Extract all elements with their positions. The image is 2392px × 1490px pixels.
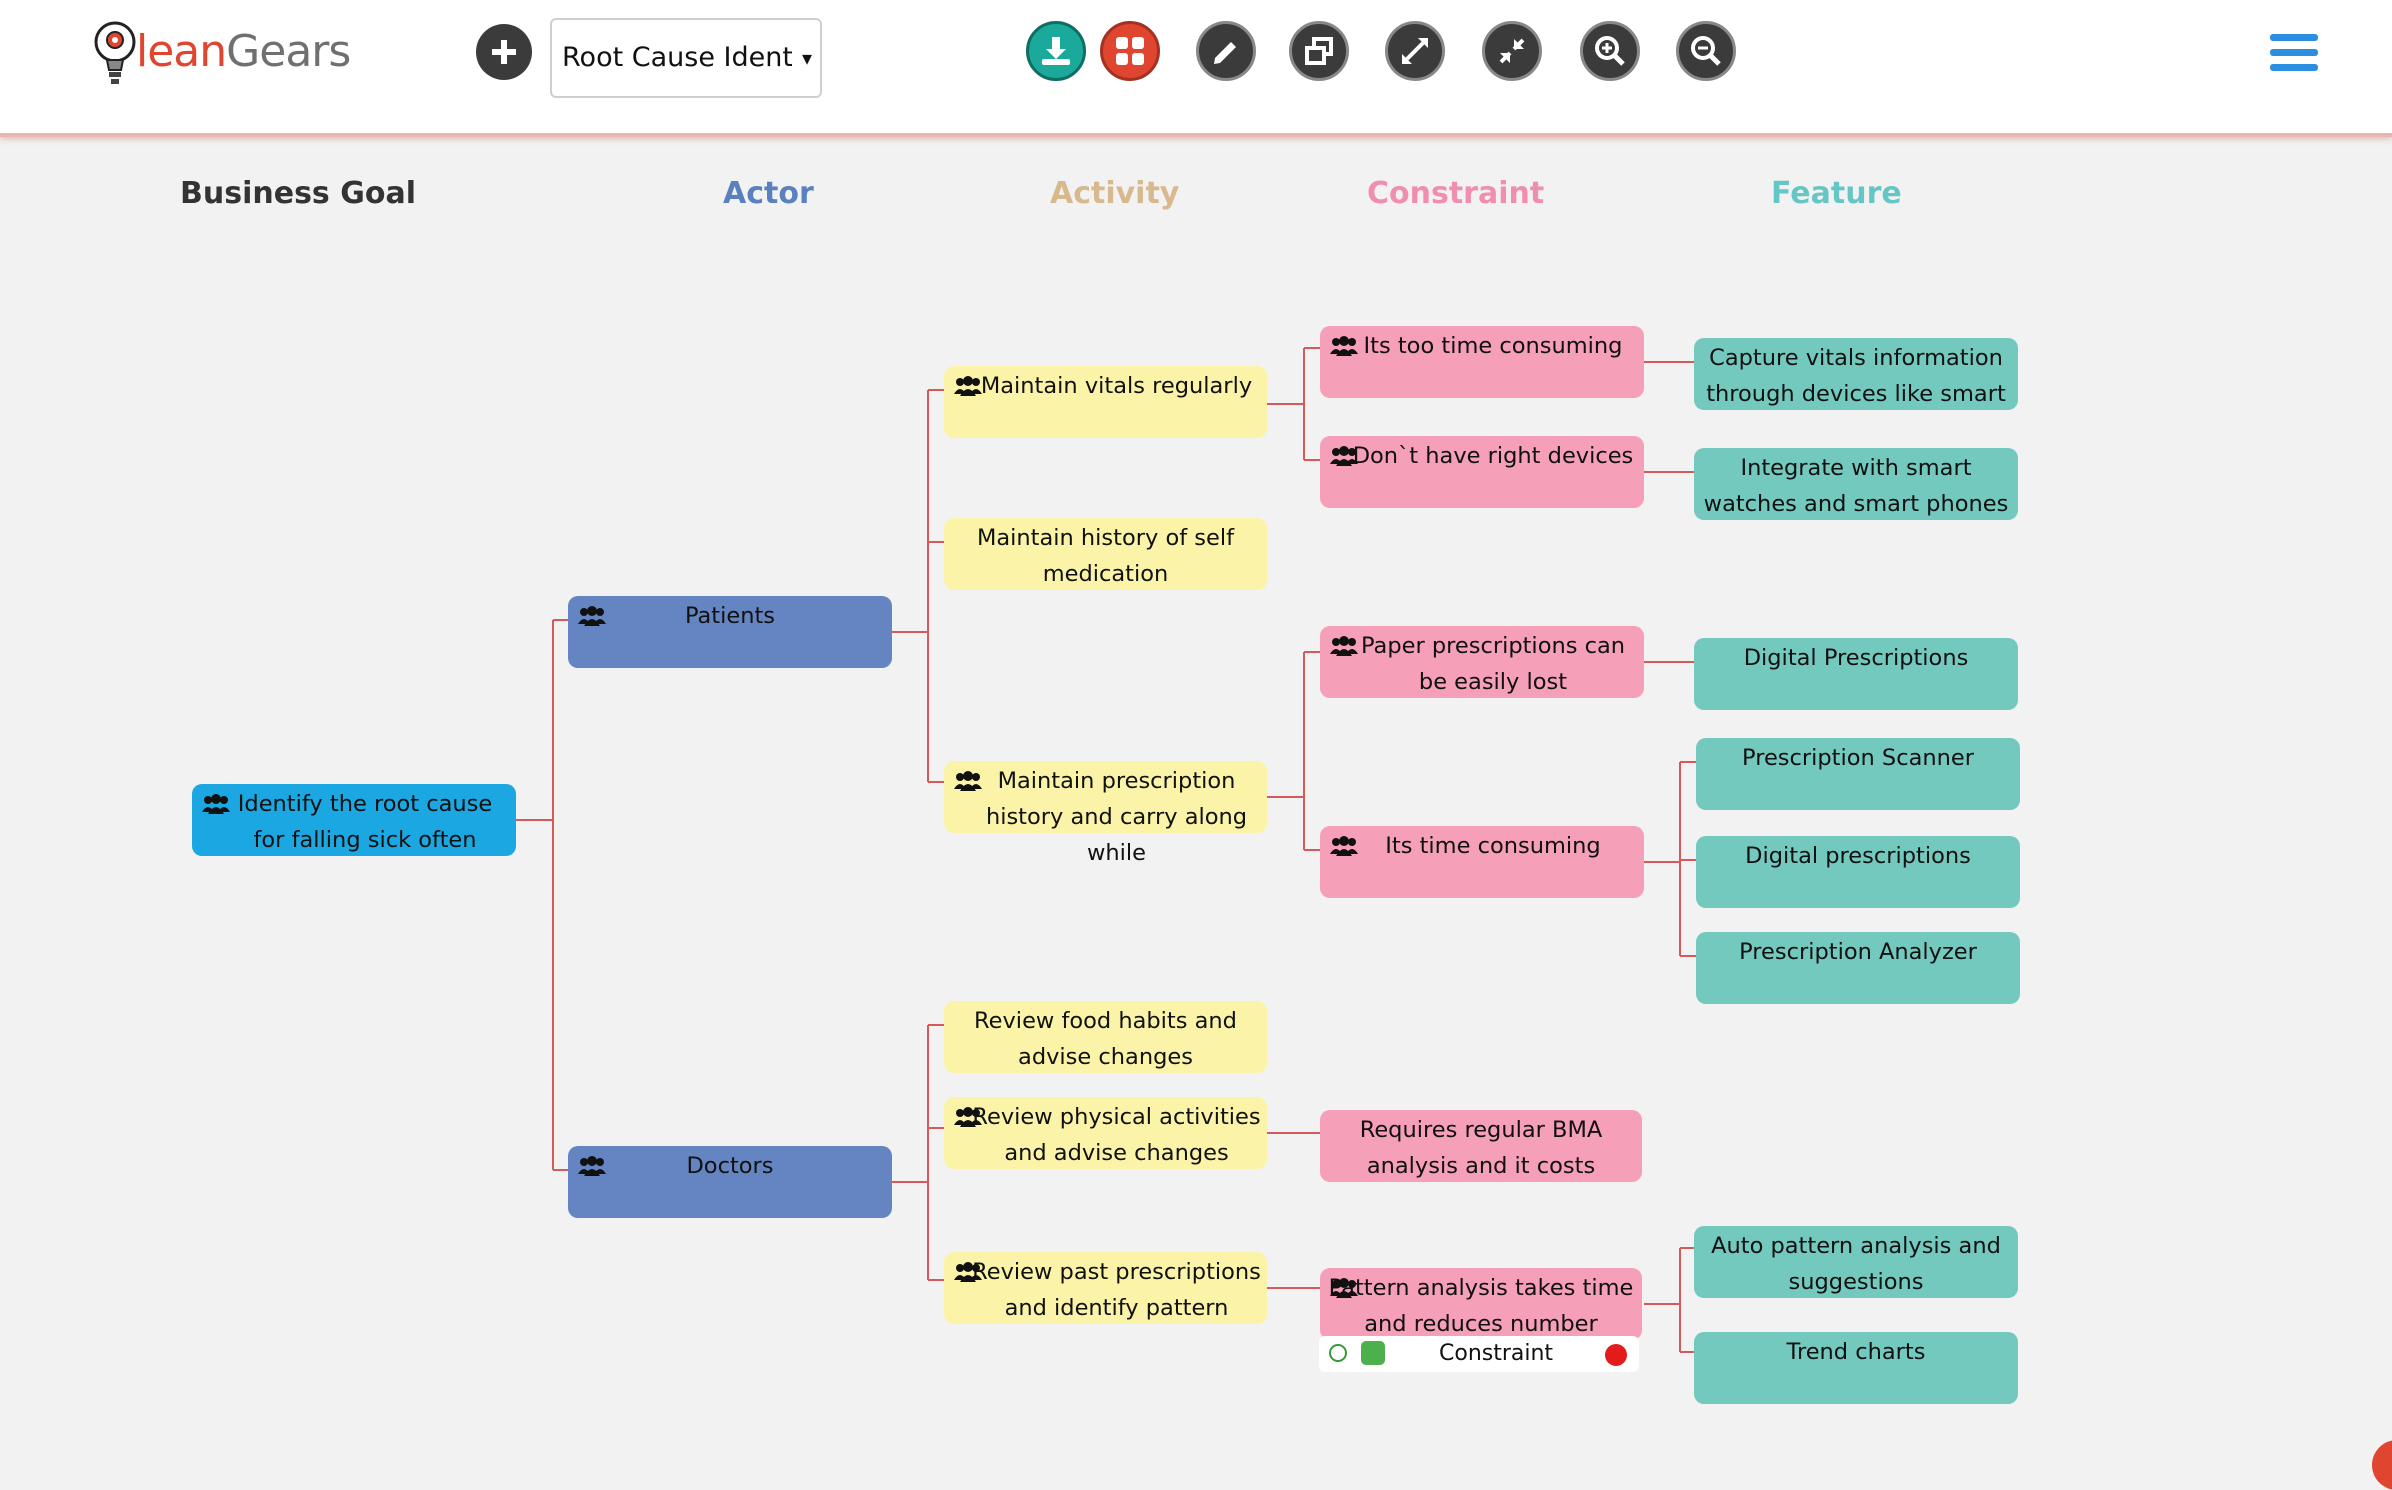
- constraint-node-label: Don`t have right devices: [1352, 443, 1634, 469]
- constraint-node-bma[interactable]: Requires regular BMA analysis and it cos…: [1320, 1110, 1642, 1182]
- feature-node-analyzer[interactable]: Prescription Analyzer: [1696, 932, 2020, 1004]
- feature-node-label: Digital prescriptions: [1745, 843, 1971, 869]
- tree-connectors: [516, 347, 1696, 1353]
- edit-icon[interactable]: [1361, 1341, 1385, 1365]
- feature-node-label: Integrate with smart watches and smart p…: [1703, 455, 2009, 517]
- actor-node-label: Doctors: [686, 1153, 774, 1179]
- people-group-icon: [954, 771, 982, 791]
- activity-node-label: Review past prescriptions and identify p…: [972, 1259, 1261, 1321]
- people-group-icon: [578, 1156, 606, 1176]
- link-vitals-constraints: [1267, 347, 1320, 461]
- actor-node-label: Patients: [684, 603, 776, 629]
- constraint-node-time[interactable]: Its too time consuming: [1320, 326, 1644, 398]
- link-prescription-constraints: [1267, 651, 1320, 851]
- activity-node-past[interactable]: Review past prescriptions and identify p…: [944, 1252, 1267, 1324]
- constraint-node-devices[interactable]: Don`t have right devices: [1320, 436, 1644, 508]
- feature-node-label: Capture vitals information through devic…: [1706, 345, 2006, 407]
- activity-node-label: Maintain vitals regularly: [980, 373, 1253, 399]
- activity-node-physical[interactable]: Review physical activities and advise ch…: [944, 1097, 1267, 1169]
- people-group-icon: [954, 1107, 982, 1127]
- people-group-icon: [954, 376, 982, 396]
- feature-node-label: Prescription Analyzer: [1739, 939, 1977, 965]
- goal-node[interactable]: Identify the root cause for falling sick…: [192, 784, 516, 856]
- feature-node-digital-prescriptions-2[interactable]: Digital prescriptions: [1696, 836, 2020, 908]
- goal-node-label: Identify the root cause for falling sick…: [237, 791, 493, 853]
- feature-node-label: Trend charts: [1786, 1339, 1926, 1365]
- feature-node-label: Digital Prescriptions: [1743, 645, 1969, 671]
- constraint-node-label: Paper prescriptions can be easily lost: [1360, 633, 1626, 695]
- constraint-node-time-2[interactable]: Its time consuming: [1320, 826, 1644, 898]
- link-patients-activities: [892, 389, 944, 783]
- link-time2-features: [1644, 761, 1696, 957]
- feature-node-auto-pattern[interactable]: Auto pattern analysis and suggestions: [1694, 1226, 2018, 1298]
- link-pattern-features: [1644, 1247, 1696, 1353]
- people-group-icon: [202, 794, 230, 814]
- feature-node-capture[interactable]: Capture vitals information through devic…: [1694, 338, 2018, 410]
- node-type-label: Constraint: [1439, 1341, 1554, 1366]
- add-circle-icon[interactable]: [1329, 1344, 1347, 1362]
- constraint-node-label: Requires regular BMA analysis and it cos…: [1359, 1117, 1603, 1179]
- actor-node-doctors[interactable]: Doctors: [568, 1146, 892, 1218]
- feature-node-scanner[interactable]: Prescription Scanner: [1696, 738, 2020, 810]
- feature-node-integrate[interactable]: Integrate with smart watches and smart p…: [1694, 448, 2018, 520]
- actor-node-patients[interactable]: Patients: [568, 596, 892, 668]
- activity-node-label: Review food habits and advise changes: [974, 1008, 1237, 1070]
- people-group-icon: [1330, 446, 1358, 466]
- constraint-node-label: Pattern analysis takes time and reduces …: [1328, 1275, 1634, 1337]
- people-group-icon: [1330, 836, 1358, 856]
- activity-node-history[interactable]: Maintain history of self medication: [944, 518, 1267, 590]
- activity-node-label: Maintain prescription history and carry …: [985, 768, 1248, 866]
- feature-node-trend-charts[interactable]: Trend charts: [1694, 1332, 2018, 1404]
- people-group-icon: [1330, 336, 1358, 356]
- feature-node-label: Auto pattern analysis and suggestions: [1711, 1233, 2001, 1295]
- people-group-icon: [954, 1262, 982, 1282]
- activity-node-food[interactable]: Review food habits and advise changes: [944, 1001, 1267, 1073]
- constraint-node-label: Its time consuming: [1385, 833, 1601, 859]
- link-doctors-activities: [892, 1024, 944, 1281]
- people-group-icon: [1330, 1278, 1358, 1298]
- delete-icon[interactable]: [1605, 1344, 1627, 1366]
- activity-node-vitals[interactable]: Maintain vitals regularly: [944, 366, 1267, 438]
- constraint-node-pattern[interactable]: Pattern analysis takes time and reduces …: [1320, 1268, 1642, 1340]
- constraint-node-paper[interactable]: Paper prescriptions can be easily lost: [1320, 626, 1644, 698]
- node-edit-bar: Constraint: [1319, 1336, 1639, 1372]
- link-goal-actors: [516, 619, 568, 1171]
- feature-node-digital-prescriptions[interactable]: Digital Prescriptions: [1694, 638, 2018, 710]
- people-group-icon: [1330, 636, 1358, 656]
- activity-node-label: Review physical activities and advise ch…: [972, 1104, 1261, 1166]
- activity-node-label: Maintain history of self medication: [976, 525, 1235, 587]
- activity-node-prescription[interactable]: Maintain prescription history and carry …: [944, 761, 1267, 866]
- feature-node-label: Prescription Scanner: [1742, 745, 1974, 771]
- constraint-node-label: Its too time consuming: [1363, 333, 1623, 359]
- people-group-icon: [578, 606, 606, 626]
